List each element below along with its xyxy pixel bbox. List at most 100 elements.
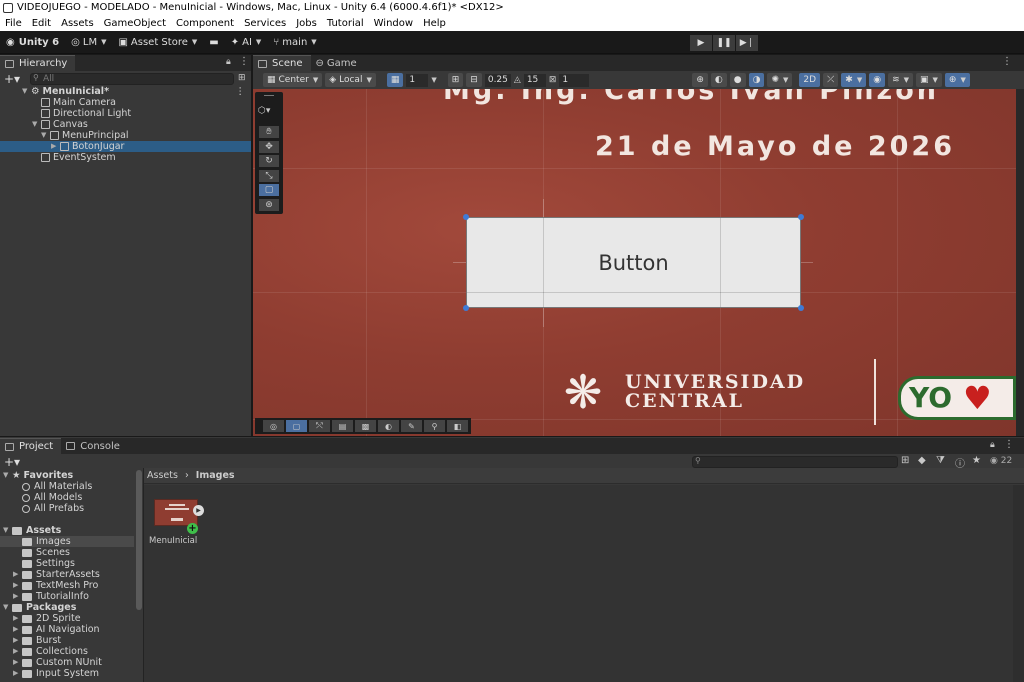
audio-toggle[interactable]: ⤫ xyxy=(823,73,839,87)
search-by-label-icon[interactable]: ◆ xyxy=(918,455,926,466)
star-icon[interactable]: ★ xyxy=(972,455,981,466)
folder-settings[interactable]: Settings xyxy=(22,558,75,569)
expand-arrow-icon[interactable]: ▼ xyxy=(22,86,31,97)
layers-dropdown[interactable]: ≋ ▼ xyxy=(888,73,914,87)
hierarchy-item-directional-light[interactable]: Directional Light xyxy=(41,108,131,119)
ui-button-jugar[interactable]: Button xyxy=(466,217,801,308)
filter-icon[interactable]: ⧩ xyxy=(936,455,945,466)
move-snap-field[interactable]: 0.25 xyxy=(484,73,511,87)
folder-starter-assets[interactable]: ▶ StarterAssets xyxy=(13,569,100,580)
favorite-all-materials[interactable]: All Materials xyxy=(22,481,92,492)
expand-arrow-icon[interactable]: ▼ xyxy=(3,525,12,536)
resize-handle[interactable] xyxy=(798,214,804,220)
expand-arrow-icon[interactable]: ▶ xyxy=(13,668,22,679)
lock-icon[interactable]: 🔒︎ xyxy=(990,440,995,450)
account-button[interactable]: ◎ LM ▼ xyxy=(65,31,112,54)
breadcrumb-images[interactable]: Images xyxy=(196,470,235,481)
tool-settings-dropdown[interactable]: ⬡▾ xyxy=(258,106,270,116)
scale-snap-field[interactable]: 1 xyxy=(559,73,590,87)
play-button[interactable]: ▶ xyxy=(690,35,712,51)
asset-store-button[interactable]: ▣ Asset Store ▼ xyxy=(112,31,203,54)
tab-console[interactable]: Console xyxy=(61,438,128,454)
favorites-header[interactable]: ▼ ★ Favorites xyxy=(3,470,73,481)
sprite-tool[interactable]: ▤ xyxy=(332,420,353,432)
favorite-all-prefabs[interactable]: All Prefabs xyxy=(22,503,84,514)
hierarchy-search-input[interactable]: All xyxy=(30,73,234,85)
tilemap-tool[interactable]: ▩ xyxy=(355,420,376,432)
expand-arrow-icon[interactable]: ▼ xyxy=(3,470,12,481)
drag-handle-icon[interactable] xyxy=(264,95,274,96)
menu-assets[interactable]: Assets xyxy=(56,18,99,29)
kebab-menu-icon[interactable]: ⋮ xyxy=(239,56,249,67)
tab-scene[interactable]: Scene xyxy=(253,55,311,71)
step-button[interactable]: ▶❘ xyxy=(736,35,758,51)
rotate-snap-field[interactable]: 15 xyxy=(523,73,546,87)
expand-arrow-icon[interactable]: ▶ xyxy=(13,635,22,646)
move-tool[interactable]: ✥ xyxy=(259,141,279,153)
camera-dropdown[interactable]: ▣ ▼ xyxy=(916,73,942,87)
expand-arrow-icon[interactable]: ▶ xyxy=(13,646,22,657)
gizmos-dropdown[interactable]: ⊕ ▼ xyxy=(944,73,970,87)
scene-viewport[interactable]: Mg. Ing. Carlos Ivan Pinzon 21 de Mayo d… xyxy=(253,89,1016,436)
folder-images[interactable]: Images xyxy=(0,536,134,547)
menu-gameobject[interactable]: GameObject xyxy=(99,18,171,29)
folder-tree-scrollbar[interactable] xyxy=(136,470,142,610)
menu-jobs[interactable]: Jobs xyxy=(291,18,322,29)
package-input-system[interactable]: ▶ Input System xyxy=(13,668,99,679)
breadcrumb-assets[interactable]: Assets xyxy=(147,470,178,481)
shading-textured-toggle[interactable]: ◑ xyxy=(748,73,765,87)
rect-transform-tool[interactable]: ▢ xyxy=(286,420,307,432)
hierarchy-item-event-system[interactable]: EventSystem xyxy=(41,152,116,163)
hierarchy-item-canvas[interactable]: ▼ Canvas xyxy=(32,119,88,130)
asset-thumbnail[interactable] xyxy=(154,499,198,526)
lighting-tool[interactable]: ◐ xyxy=(378,420,399,432)
expand-arrow-icon[interactable]: ▶ xyxy=(13,613,22,624)
scale-tool[interactable]: ⤡ xyxy=(259,170,279,182)
folder-tutorial-info[interactable]: ▶ TutorialInfo xyxy=(13,591,89,602)
visibility-toggle[interactable]: ◉ xyxy=(869,73,886,87)
packages-header[interactable]: ▼ Packages xyxy=(3,602,76,613)
hand-tool[interactable]: ✋︎ xyxy=(259,126,279,138)
expand-arrow-icon[interactable]: ▼ xyxy=(41,130,50,141)
hierarchy-item-boton-jugar[interactable]: ▶ BotonJugar xyxy=(0,141,251,152)
ai-button[interactable]: ✦ AI ▼ xyxy=(225,31,268,54)
shading-wire-toggle[interactable]: ◐ xyxy=(710,73,727,87)
tab-project[interactable]: Project xyxy=(0,438,62,454)
increment-snap-toggle[interactable]: ⊟ xyxy=(466,73,482,87)
grid-toggle[interactable]: ▦ xyxy=(386,73,404,87)
lighting-dropdown[interactable]: ✺ ▼ xyxy=(767,73,793,87)
search-by-type-icon[interactable]: ⊞ xyxy=(901,455,909,466)
view-tool[interactable]: ◎ xyxy=(263,420,284,432)
package-manager-button[interactable]: ▬ xyxy=(203,31,224,54)
zoom-tool[interactable]: ⚲ xyxy=(424,420,445,432)
hierarchy-item-scene[interactable]: ▼ ⚙ MenuInicial* ⋮ xyxy=(22,86,251,97)
menu-component[interactable]: Component xyxy=(171,18,239,29)
create-asset-button[interactable]: +▾ xyxy=(4,455,20,469)
asset-grid-scrollbar[interactable] xyxy=(1013,485,1024,682)
lock-icon[interactable]: 🔒︎ xyxy=(226,57,231,67)
pause-button[interactable]: ❚❚ xyxy=(713,35,735,51)
hierarchy-item-main-camera[interactable]: Main Camera xyxy=(41,97,116,108)
folder-scenes[interactable]: Scenes xyxy=(22,547,70,558)
expand-arrow-icon[interactable]: ▶ xyxy=(13,624,22,635)
branch-button[interactable]: ⑂ main ▼ xyxy=(267,31,322,54)
expand-arrow-icon[interactable]: ▶ xyxy=(13,591,22,602)
rotate-tool[interactable]: ↻ xyxy=(259,155,279,167)
transform-tool[interactable]: ⊛ xyxy=(259,199,279,211)
menu-file[interactable]: File xyxy=(0,18,27,29)
menu-edit[interactable]: Edit xyxy=(27,18,56,29)
kebab-menu-icon[interactable]: ⋮ xyxy=(1004,439,1014,450)
bone-tool[interactable]: ⤲ xyxy=(309,420,330,432)
folder-textmesh-pro[interactable]: ▶ TextMesh Pro xyxy=(13,580,98,591)
unity-version-button[interactable]: ◉ Unity 6 xyxy=(0,31,65,54)
project-search-input[interactable] xyxy=(692,456,898,468)
menu-window[interactable]: Window xyxy=(369,18,418,29)
menu-services[interactable]: Services xyxy=(239,18,291,29)
pivot-dropdown[interactable]: ▦ Center ▼ xyxy=(263,73,323,87)
package-2d-sprite[interactable]: ▶ 2D Sprite xyxy=(13,613,81,624)
hierarchy-item-menu-principal[interactable]: ▼ MenuPrincipal xyxy=(41,130,129,141)
kebab-menu-icon[interactable]: ⋮ xyxy=(236,86,246,97)
expand-arrow-icon[interactable]: ▼ xyxy=(32,119,41,130)
snap-toggle[interactable]: ⊞ xyxy=(447,73,464,87)
expand-arrow-icon[interactable]: ▼ xyxy=(3,602,12,613)
